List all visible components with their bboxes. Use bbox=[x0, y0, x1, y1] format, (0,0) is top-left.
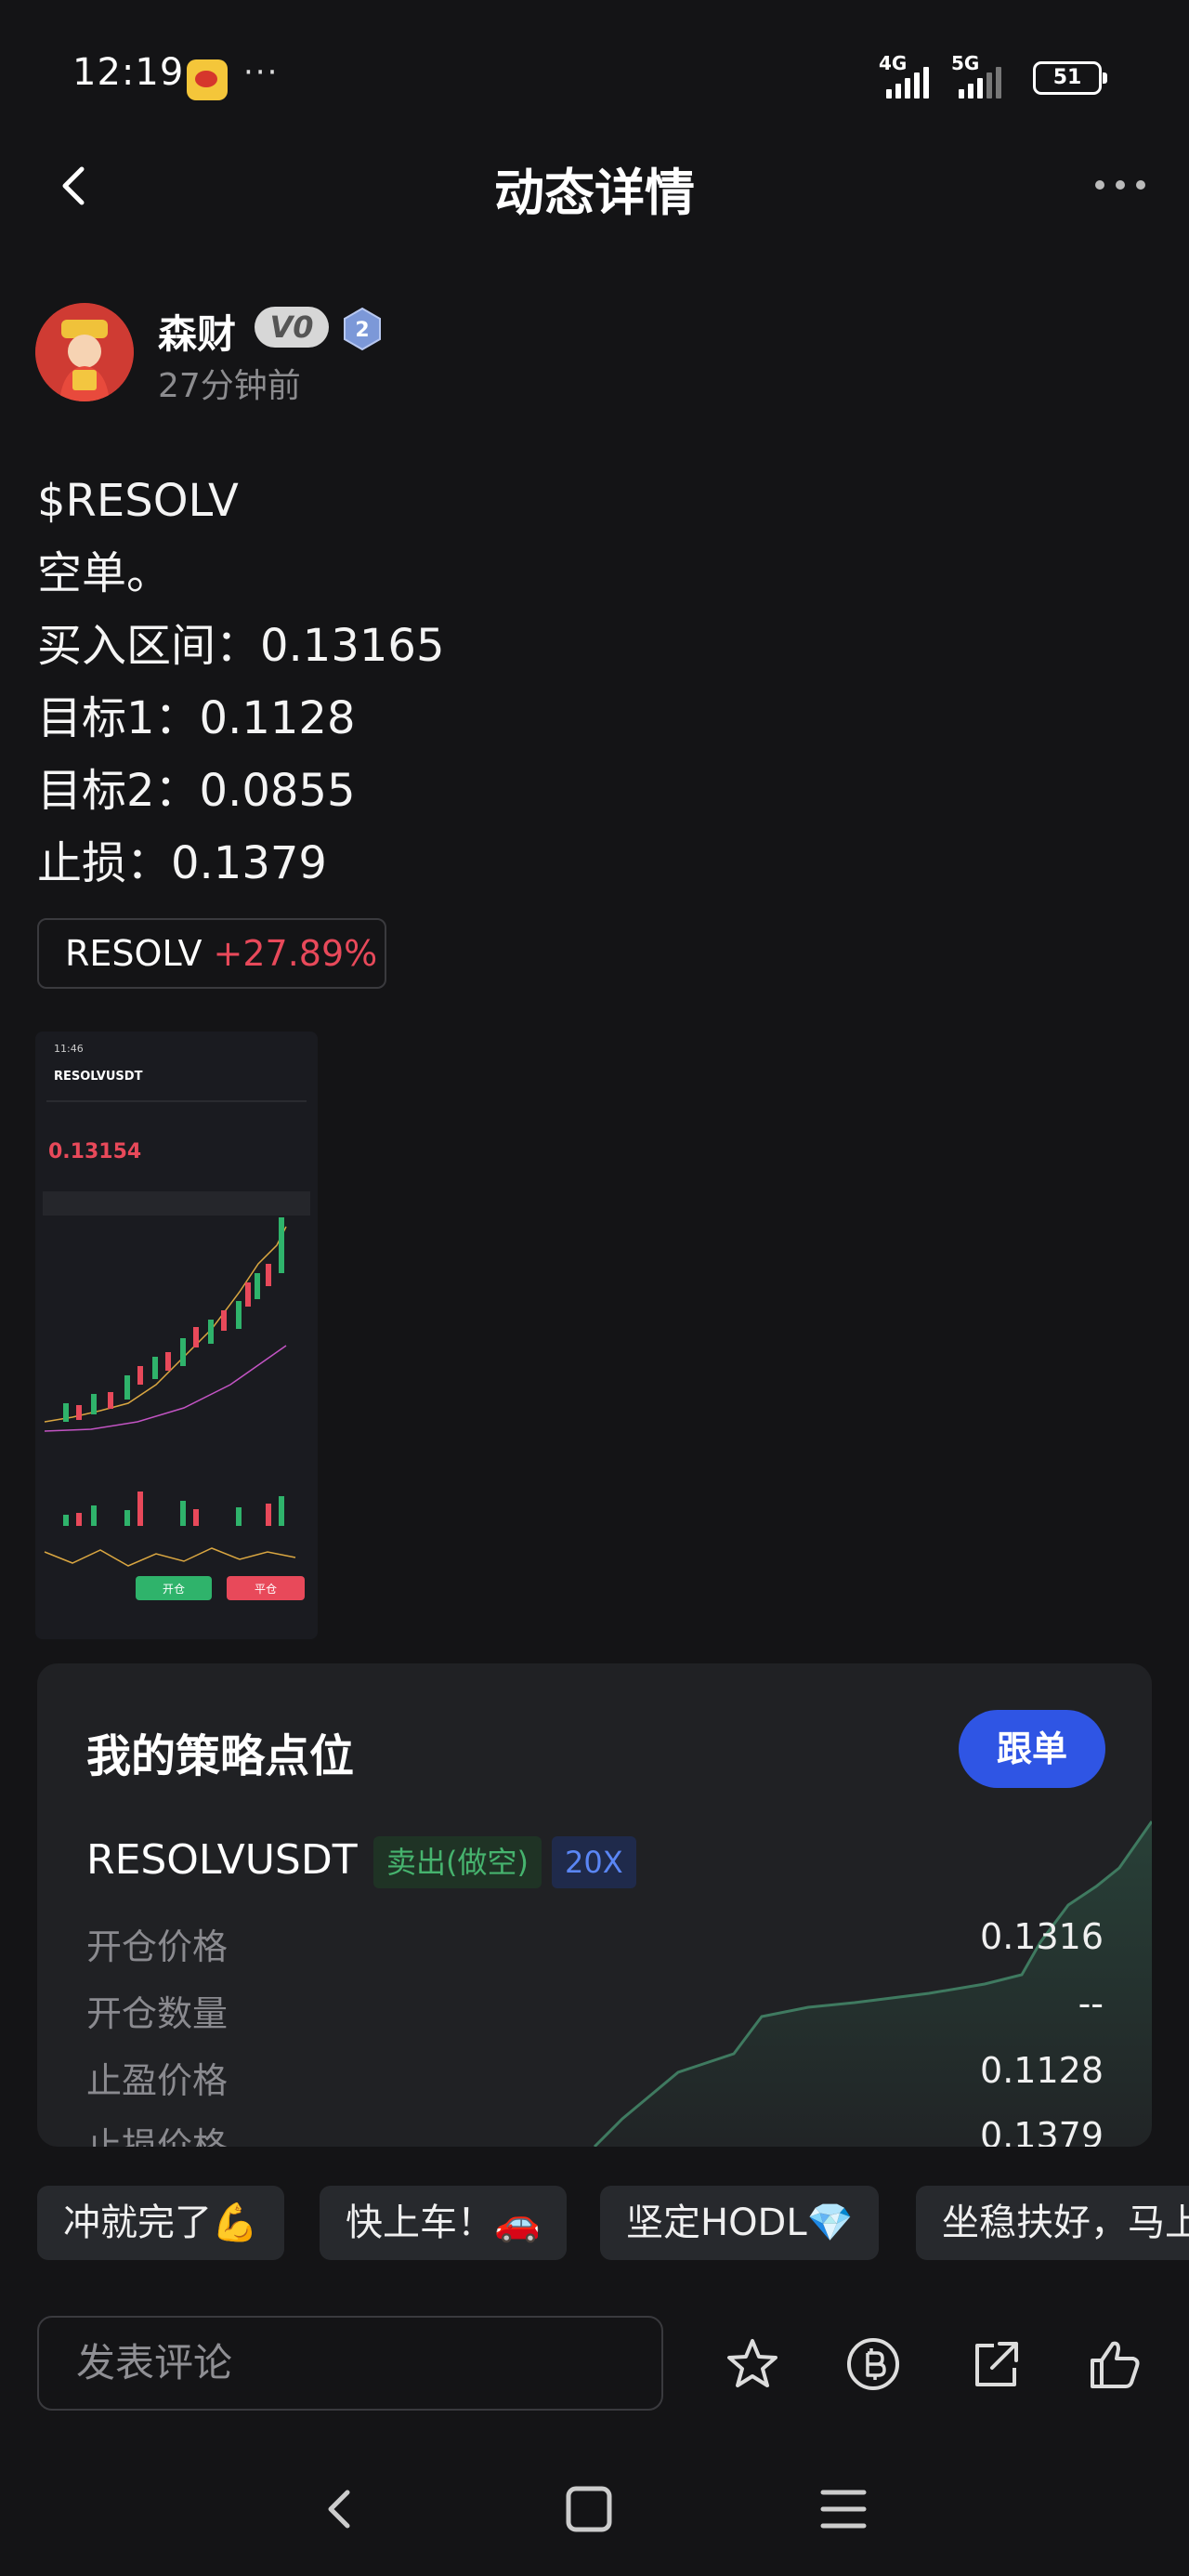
battery-indicator: 51 bbox=[1033, 61, 1107, 95]
avatar-image bbox=[35, 303, 134, 401]
follow-trade-button[interactable]: 跟单 bbox=[959, 1710, 1105, 1788]
favorite-star-icon[interactable] bbox=[725, 2336, 780, 2392]
signal-5g-icon: 5G bbox=[951, 54, 1001, 99]
coin-change: +27.89% bbox=[213, 933, 378, 974]
quick-reply-chip[interactable]: 坐稳扶好，马上 bbox=[916, 2186, 1189, 2260]
coin-symbol: RESOLV bbox=[65, 933, 203, 974]
stop-loss-label: 止损价格 bbox=[86, 2125, 229, 2147]
open-price-value: 0.1316 bbox=[980, 1916, 1104, 1957]
tip-coin-icon[interactable] bbox=[845, 2336, 901, 2392]
shot-price: 0.13154 bbox=[48, 1140, 141, 1163]
weibo-app-icon bbox=[187, 59, 228, 100]
status-time: 12:19 bbox=[72, 51, 185, 94]
strategy-symbol: RESOLVUSDT bbox=[86, 1836, 358, 1884]
nav-menu-icon[interactable] bbox=[816, 2481, 871, 2537]
share-icon[interactable] bbox=[968, 2336, 1024, 2392]
strategy-card: 我的策略点位 跟单 RESOLVUSDT 卖出(做空) 20X 开仓价格 0.1… bbox=[37, 1663, 1152, 2147]
author-avatar[interactable] bbox=[35, 303, 134, 401]
level-number: 2 bbox=[355, 319, 369, 342]
page-title: 动态详情 bbox=[494, 164, 695, 222]
strategy-title: 我的策略点位 bbox=[86, 1730, 355, 1782]
vip-badge: V0 bbox=[255, 307, 329, 348]
quick-reply-chip[interactable]: 冲就完了💪 bbox=[37, 2186, 284, 2260]
shot-open-label: 开仓 bbox=[163, 1583, 185, 1596]
shot-time: 11:46 bbox=[54, 1043, 84, 1055]
post-line: 目标2：0.0855 bbox=[37, 765, 356, 817]
comment-input[interactable]: 发表评论 bbox=[37, 2316, 663, 2411]
level-badge-icon: 2 bbox=[342, 307, 383, 351]
nav-home-icon[interactable] bbox=[561, 2481, 617, 2537]
take-profit-label: 止盈价格 bbox=[86, 2060, 229, 2101]
signal-4g-icon: 4G bbox=[879, 54, 929, 99]
quick-reply-chip[interactable]: 坚定HODL💎 bbox=[600, 2186, 880, 2260]
open-price-label: 开仓价格 bbox=[86, 1926, 229, 1967]
post-line: 止损：0.1379 bbox=[37, 837, 327, 889]
leverage-tag: 20X bbox=[552, 1836, 636, 1888]
like-thumb-icon[interactable] bbox=[1087, 2336, 1143, 2392]
stop-loss-value: 0.1379 bbox=[980, 2115, 1104, 2147]
open-qty-value: -- bbox=[1078, 1983, 1104, 2024]
take-profit-value: 0.1128 bbox=[980, 2050, 1104, 2091]
open-qty-label: 开仓数量 bbox=[86, 1993, 229, 2034]
post-line: 目标1：0.1128 bbox=[37, 692, 356, 744]
post-time: 27分钟前 bbox=[158, 367, 301, 405]
quick-reply-chip[interactable]: 快上车！🚗 bbox=[320, 2186, 567, 2260]
trading-app-screenshot: 11:46 RESOLVUSDT 0.13154 开仓 平仓 bbox=[35, 1032, 318, 1639]
post-line: 空单。 bbox=[37, 547, 172, 599]
author-name[interactable]: 森财 bbox=[158, 303, 236, 360]
coin-tag[interactable]: RESOLV +27.89% bbox=[37, 918, 386, 989]
side-tag: 卖出(做空) bbox=[373, 1836, 542, 1888]
notification-more-icon: ··· bbox=[243, 54, 280, 91]
post-line: $RESOLV bbox=[37, 475, 239, 527]
shot-close-label: 平仓 bbox=[255, 1583, 277, 1596]
post-line: 买入区间：0.13165 bbox=[37, 620, 445, 672]
shot-pair: RESOLVUSDT bbox=[54, 1070, 143, 1084]
post-image[interactable]: 11:46 RESOLVUSDT 0.13154 开仓 平仓 bbox=[35, 1032, 318, 1639]
more-options-icon[interactable] bbox=[1092, 171, 1148, 199]
nav-back-icon[interactable] bbox=[312, 2481, 368, 2537]
post-content: $RESOLV 空单。 买入区间：0.13165 目标1：0.1128 目标2：… bbox=[37, 465, 445, 900]
